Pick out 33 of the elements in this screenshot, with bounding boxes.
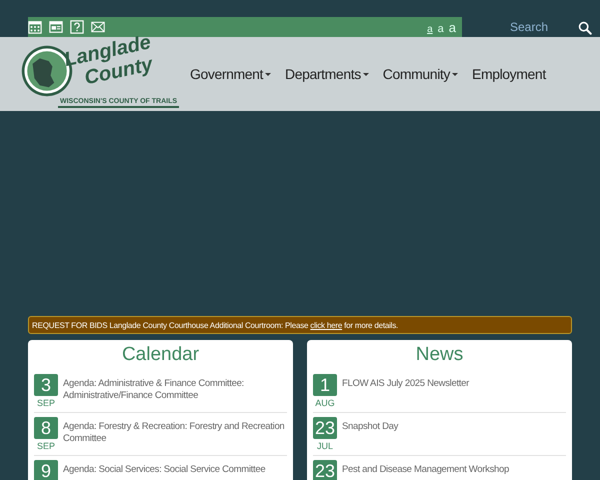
mail-icon[interactable] — [91, 20, 105, 34]
item-link[interactable]: Agenda: Administrative & Finance Committee: Administrative/Finance Committee — [63, 374, 287, 408]
date-day: 8 — [34, 417, 58, 439]
date-day: 1 — [313, 374, 337, 396]
item-link[interactable]: FLOW AIS July 2025 Newsletter — [342, 374, 469, 408]
alert-text: REQUEST FOR BIDS Langlade County Courthouse Additional Courtroom: Please click here for more details. — [32, 320, 398, 330]
search-link[interactable]: Search — [510, 20, 548, 34]
panel-title: News — [414, 344, 464, 366]
date-day: 23 — [313, 460, 337, 480]
date-month: SEP — [36, 398, 55, 408]
date-month: JUL — [316, 441, 333, 451]
nav-link[interactable]: Departments — [285, 66, 369, 82]
date-day: 23 — [313, 417, 337, 439]
date-month: SEP — [36, 441, 55, 451]
nav-link[interactable]: Employment — [472, 66, 546, 82]
item-link[interactable]: Pest and Disease Management Workshop — [342, 460, 509, 480]
help-icon[interactable] — [70, 20, 84, 34]
click-here-link[interactable]: click here — [310, 320, 342, 330]
item-link[interactable]: Agenda: Social Services: Social Service Committee — [63, 460, 266, 480]
date-day: 9 — [34, 460, 58, 480]
search-icon[interactable] — [578, 21, 592, 35]
text-size-link[interactable]: a — [427, 24, 433, 34]
date-month: AUG — [315, 398, 335, 408]
text-size-link[interactable]: a — [448, 20, 456, 34]
nav-link[interactable]: Community — [382, 66, 458, 82]
calendar-icon[interactable] — [28, 20, 42, 34]
card-icon[interactable] — [49, 20, 63, 34]
text-size-link[interactable]: a — [438, 22, 444, 34]
item-link[interactable]: Agenda: Forestry & Recreation: Forestry and Recreation Committee — [63, 417, 287, 451]
item-link[interactable]: Snapshot Day — [342, 417, 398, 451]
panel-title: Calendar — [120, 344, 200, 366]
date-day: 3 — [34, 374, 58, 396]
nav-link[interactable]: Government — [190, 66, 272, 82]
